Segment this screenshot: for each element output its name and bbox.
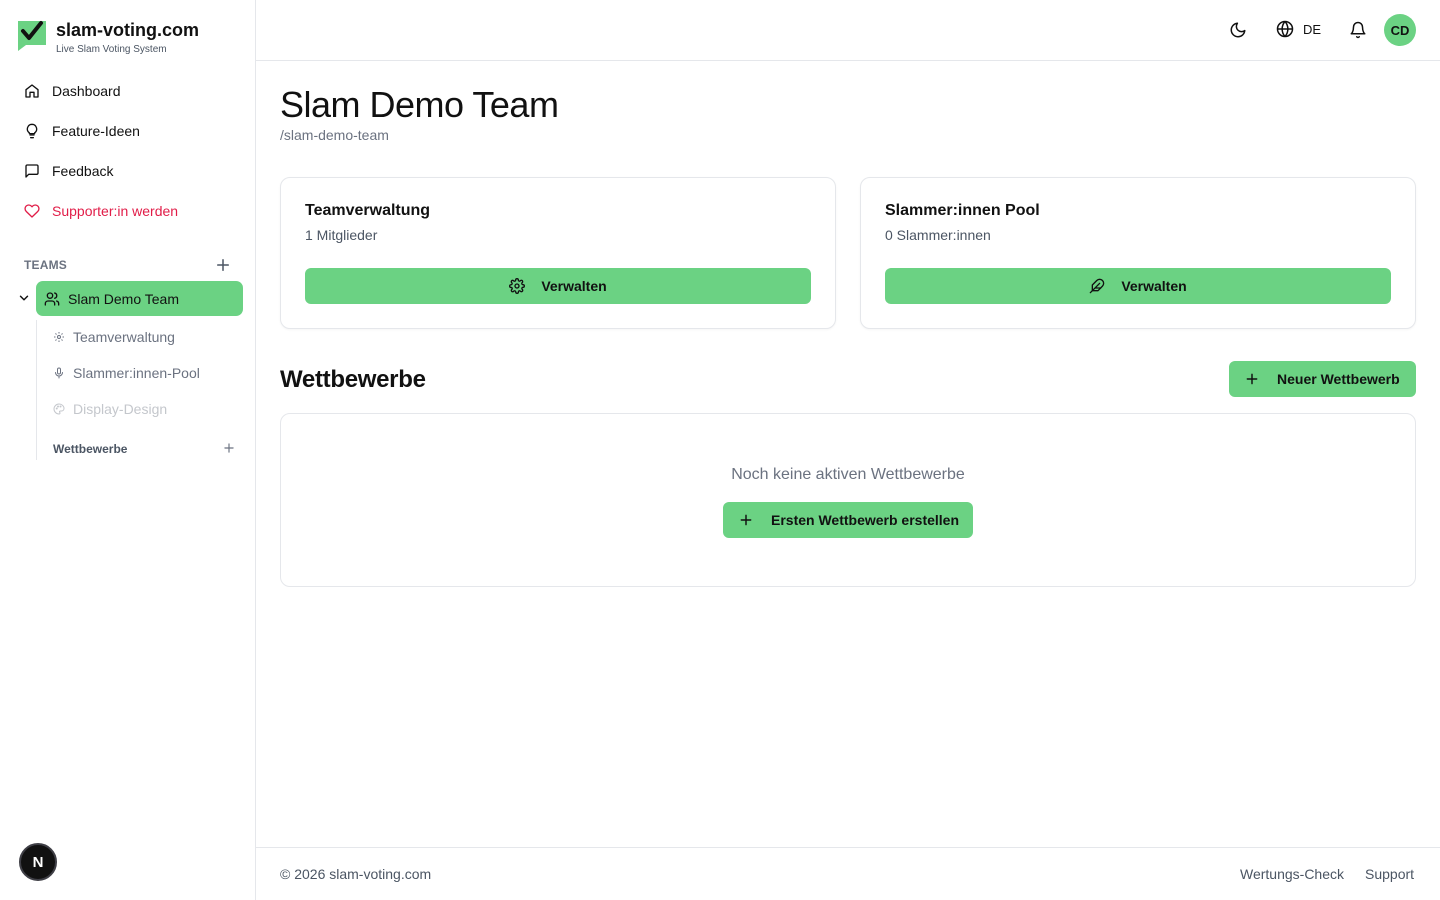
sub-item-slammer-pool[interactable]: Slammer:innen-Pool — [53, 365, 200, 381]
page-title: Slam Demo Team — [280, 84, 559, 125]
language-code: DE — [1303, 21, 1322, 37]
button-label: Ersten Wettbewerb erstellen — [771, 512, 960, 528]
message-square-icon — [25, 164, 39, 178]
manage-pool-button[interactable]: Verwalten — [885, 268, 1391, 304]
brand[interactable]: slam-voting.com Live Slam Voting System — [16, 18, 199, 55]
users-icon — [44, 291, 60, 306]
microphone-icon — [55, 367, 63, 379]
empty-message: Noch keine aktiven Wettbewerbe — [731, 466, 965, 483]
gear-icon — [509, 278, 526, 294]
palette-icon — [53, 403, 65, 415]
feather-icon — [1089, 278, 1105, 294]
sub-item-display-design: Display-Design — [53, 401, 167, 417]
add-competition-icon[interactable] — [222, 441, 236, 455]
nav-dashboard[interactable]: Dashboard — [24, 81, 121, 101]
next-dev-badge[interactable]: N — [19, 843, 57, 881]
button-label: Neuer Wettbewerb — [1277, 371, 1400, 387]
lightbulb-icon — [26, 123, 38, 139]
nav-supporter[interactable]: Supporter:in werden — [24, 201, 178, 221]
chevron-down-icon[interactable] — [17, 291, 31, 305]
team-slug: /slam-demo-team — [280, 127, 389, 143]
manage-team-button[interactable]: Verwalten — [305, 268, 811, 304]
sub-item-teamverwaltung[interactable]: Teamverwaltung — [53, 329, 175, 345]
nav-label: Dashboard — [52, 83, 121, 99]
nav-label: Feature-Ideen — [52, 123, 140, 139]
nav-label: Feedback — [52, 163, 114, 179]
plus-icon — [740, 514, 752, 526]
gear-icon — [54, 332, 64, 342]
nav-feature-ideen[interactable]: Feature-Ideen — [24, 121, 140, 141]
sidebar: slam-voting.com Live Slam Voting System … — [0, 0, 256, 900]
button-label: Verwalten — [1121, 278, 1187, 294]
home-icon — [25, 84, 39, 98]
card-subtitle: 0 Slammer:innen — [885, 227, 991, 243]
create-first-competition-button[interactable]: Ersten Wettbewerb erstellen — [723, 502, 973, 538]
copyright: © 2026 slam-voting.com — [280, 866, 432, 882]
card-title: Slammer:innen Pool — [885, 202, 1040, 219]
sub-item-label: Display-Design — [73, 401, 168, 417]
moon-icon[interactable] — [1229, 21, 1247, 39]
tree-line — [36, 320, 37, 460]
competitions-heading: Wettbewerbe — [53, 442, 128, 456]
team-name: Slam Demo Team — [68, 290, 180, 307]
plus-icon — [1246, 373, 1258, 385]
teams-heading: TEAMS — [24, 258, 67, 272]
sub-item-label: Slammer:innen-Pool — [73, 365, 200, 381]
nav-label: Supporter:in werden — [52, 203, 179, 219]
bell-icon[interactable] — [1349, 21, 1367, 39]
teamverwaltung-card: Teamverwaltung 1 Mitglieder Verwalten — [280, 177, 836, 329]
button-label: Verwalten — [541, 278, 607, 294]
competitions-title: Wettbewerbe — [280, 366, 426, 393]
avatar[interactable]: CD — [1384, 14, 1416, 46]
heart-icon — [24, 204, 40, 218]
sub-item-label: Teamverwaltung — [73, 329, 175, 345]
add-team-icon[interactable] — [214, 256, 232, 274]
check-bubble-icon — [18, 21, 46, 51]
footer: © 2026 slam-voting.com Wertungs-Check Su… — [256, 847, 1440, 900]
footer-link-support[interactable]: Support — [1365, 866, 1414, 882]
footer-link-wertungs-check[interactable]: Wertungs-Check — [1240, 866, 1344, 882]
language-switcher[interactable]: DE — [1276, 20, 1321, 38]
card-subtitle: 1 Mitglieder — [305, 227, 378, 243]
competitions-empty-state: Noch keine aktiven Wettbewerbe Ersten We… — [280, 413, 1416, 587]
nav-feedback[interactable]: Feedback — [24, 161, 113, 181]
card-title: Teamverwaltung — [305, 202, 431, 219]
team-item-slam-demo-team[interactable]: Slam Demo Team — [36, 281, 243, 316]
new-competition-button[interactable]: Neuer Wettbewerb — [1229, 361, 1416, 397]
brand-name: slam-voting.com — [56, 20, 200, 40]
globe-icon — [1276, 20, 1294, 38]
top-bar: DE CD — [256, 0, 1440, 61]
brand-tagline: Live Slam Voting System — [56, 44, 167, 55]
slammer-pool-card: Slammer:innen Pool 0 Slammer:innen Verwa… — [860, 177, 1416, 329]
